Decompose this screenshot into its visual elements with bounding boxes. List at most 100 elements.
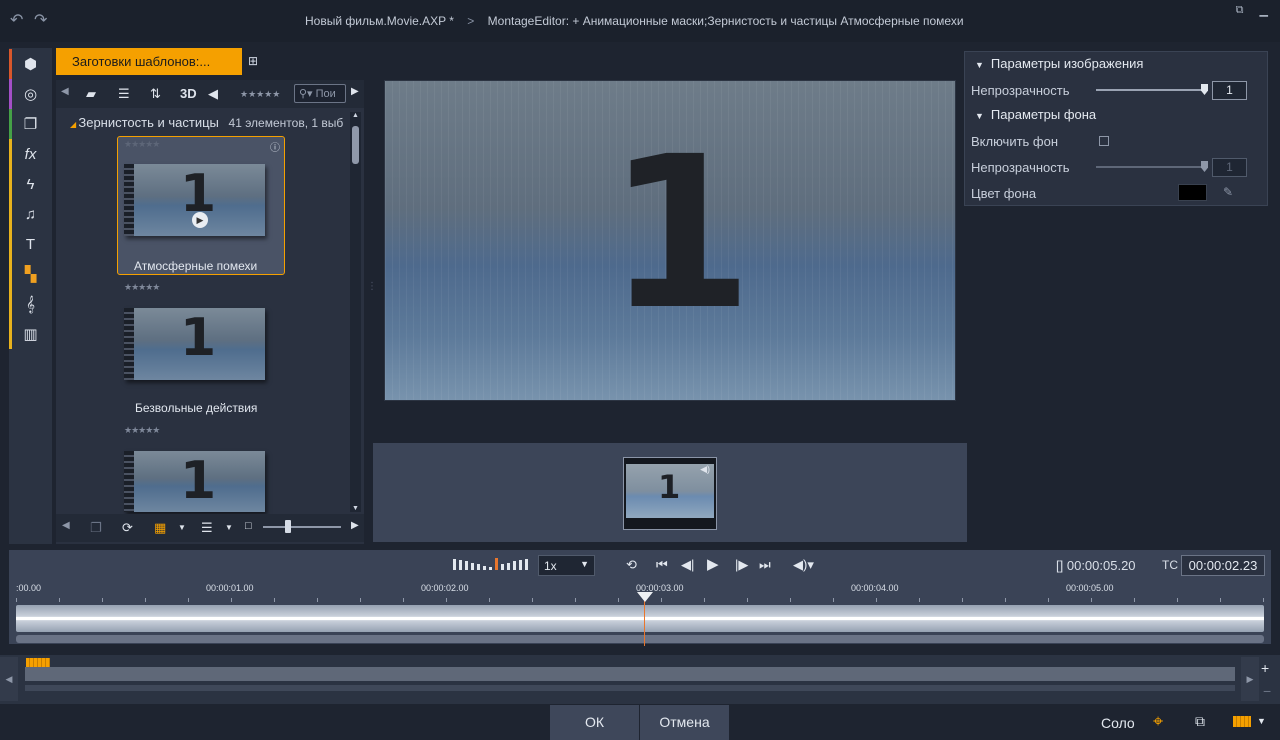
shuttle-bar: [489, 567, 492, 570]
playback-speed-select[interactable]: 1x ▼: [538, 555, 595, 576]
cancel-button[interactable]: Отмена: [640, 705, 729, 740]
mask-icon[interactable]: ▚: [9, 259, 52, 289]
redo-icon[interactable]: ↷: [34, 10, 47, 30]
play-icon[interactable]: ▶: [707, 555, 719, 573]
undo-icon[interactable]: ↶: [10, 10, 23, 30]
details-view-icon[interactable]: ☰: [201, 520, 213, 536]
title-icon[interactable]: T: [9, 229, 52, 259]
eyedropper-icon[interactable]: ✎: [1223, 185, 1233, 199]
info-icon[interactable]: ⓘ: [270, 139, 280, 154]
timeline-track[interactable]: [16, 605, 1264, 632]
external-window-icon[interactable]: ⧉: [1195, 713, 1205, 730]
step-forward-icon[interactable]: |▶: [735, 557, 748, 573]
bg-opacity-handle[interactable]: [1201, 161, 1208, 172]
scroll-thumb[interactable]: [352, 126, 359, 164]
bg-opacity-slider[interactable]: [1096, 166, 1206, 168]
rail-glyph: ⬢: [23, 56, 38, 73]
chevron-down-icon[interactable]: ▼: [178, 523, 186, 532]
solo-target-icon[interactable]: ⌖: [1153, 711, 1163, 732]
overview-scroll-left-icon[interactable]: ◀: [0, 657, 18, 701]
rating-stars[interactable]: ★★★★★: [124, 425, 160, 436]
reel-icon[interactable]: ◎: [9, 79, 52, 109]
flash-icon[interactable]: ϟ: [9, 169, 52, 199]
playhead-line[interactable]: [643, 596, 645, 646]
image-opacity-slider[interactable]: [1096, 89, 1206, 91]
media-rail: ⬢ ◎ ❐ fx ϟ ♫ T ▚ 𝄞 ▥: [9, 48, 52, 544]
pin-tab-icon[interactable]: ⊞: [248, 54, 258, 68]
treble-clef-icon[interactable]: 𝄞: [9, 289, 52, 319]
list-view-icon[interactable]: ☰: [118, 86, 130, 102]
chevron-down-icon: ▼: [580, 559, 589, 569]
library-tab[interactable]: Заготовки шаблонов:...: [56, 48, 242, 75]
timeline-overview[interactable]: [0, 655, 1280, 704]
rating-stars[interactable]: ★★★★★: [124, 139, 160, 150]
library-scrollbar[interactable]: ▲ ▼: [350, 112, 361, 512]
template-thumbnail[interactable]: 1: [124, 308, 265, 380]
go-to-start-icon[interactable]: ⏮: [656, 557, 668, 573]
ok-button[interactable]: ОК: [550, 705, 639, 740]
folder-icon[interactable]: ▰: [86, 86, 96, 102]
volume-icon[interactable]: ◀)▾: [793, 557, 814, 573]
rail-category-stripe: [9, 289, 12, 319]
rating-filter-stars[interactable]: ★★★★★: [240, 89, 280, 100]
grid-view-icon[interactable]: ▦: [154, 520, 166, 536]
clip-thumbnail[interactable]: 1 ◀): [623, 457, 717, 530]
thumbnail-zoom-slider[interactable]: [263, 526, 341, 528]
overview-scroll-right-icon[interactable]: ▶: [1241, 657, 1259, 701]
timecode-tick-label: 00:00:05.00: [1066, 583, 1114, 593]
collapse-arrow-icon[interactable]: ▼: [975, 111, 984, 121]
sort-icon[interactable]: ⇅: [150, 86, 161, 102]
scroll-down-icon[interactable]: ▼: [352, 505, 359, 512]
bg-enable-checkbox[interactable]: [1099, 136, 1109, 146]
layout-icon[interactable]: [1233, 716, 1251, 727]
play-icon[interactable]: ▶: [192, 212, 208, 228]
bg-opacity-input[interactable]: 1: [1212, 158, 1247, 177]
playhead-handle[interactable]: [636, 592, 653, 602]
shuttle-bar: [525, 558, 528, 570]
library-breadcrumb[interactable]: ◢ Зернистость и частицы 41 элементов, 1 …: [70, 115, 343, 130]
shuttle-control[interactable]: [453, 556, 529, 572]
package-icon[interactable]: ⬢: [9, 49, 52, 79]
minimize-icon[interactable]: ▁: [1260, 4, 1268, 17]
ruler-tick: [575, 598, 576, 602]
music-note-icon[interactable]: ♫: [9, 199, 52, 229]
timeline-scrollbar[interactable]: [16, 635, 1264, 643]
restore-icon[interactable]: ⧉: [1236, 4, 1244, 17]
nav-forward-icon[interactable]: ▶: [351, 86, 359, 97]
thumbnail-zoom-handle[interactable]: [285, 520, 291, 533]
3d-filter-button[interactable]: 3D: [180, 86, 197, 101]
copy-icon[interactable]: ❐: [90, 520, 102, 536]
nav-back-icon[interactable]: ◀: [62, 520, 70, 531]
bg-params-header[interactable]: ▼ Параметры фона: [975, 107, 1096, 122]
bg-color-swatch[interactable]: [1178, 184, 1207, 201]
scroll-up-icon[interactable]: ▲: [352, 112, 359, 119]
image-opacity-input[interactable]: 1: [1212, 81, 1247, 100]
ruler-tick: [833, 598, 834, 602]
small-thumb-icon[interactable]: □: [245, 520, 252, 532]
loop-icon[interactable]: ⟲: [626, 557, 637, 573]
template-thumbnail[interactable]: 1: [124, 451, 265, 512]
collapse-arrow-icon[interactable]: ▼: [975, 60, 984, 70]
sync-icon[interactable]: ⟳: [122, 520, 133, 536]
fx-icon[interactable]: fx: [9, 139, 52, 169]
tag-icon[interactable]: ◀: [208, 86, 218, 102]
nav-back-icon[interactable]: ◀: [61, 86, 69, 97]
go-to-end-icon[interactable]: ⏭: [759, 557, 771, 573]
nav-forward-icon[interactable]: ▶: [351, 520, 359, 531]
rail-glyph: ▚: [24, 266, 37, 283]
piano-icon[interactable]: ▥: [9, 319, 52, 349]
layers-icon[interactable]: ❐: [9, 109, 52, 139]
preview-player[interactable]: 1: [384, 80, 956, 401]
library-search-input[interactable]: ⚲▾ Пои: [294, 84, 346, 103]
zoom-out-icon[interactable]: −: [1263, 683, 1271, 699]
image-params-header[interactable]: ▼ Параметры изображения: [975, 56, 1143, 71]
rating-stars[interactable]: ★★★★★: [124, 282, 160, 293]
template-thumbnail[interactable]: 1 ▶: [124, 164, 265, 236]
image-opacity-handle[interactable]: [1201, 84, 1208, 95]
panel-splitter[interactable]: ⋮: [367, 282, 377, 292]
timecode-input[interactable]: 00:00:02.23: [1181, 555, 1265, 576]
chevron-down-icon[interactable]: ▼: [1257, 716, 1266, 726]
step-back-icon[interactable]: ◀|: [681, 557, 694, 573]
zoom-in-icon[interactable]: +: [1261, 660, 1269, 676]
chevron-down-icon[interactable]: ▼: [225, 523, 233, 532]
